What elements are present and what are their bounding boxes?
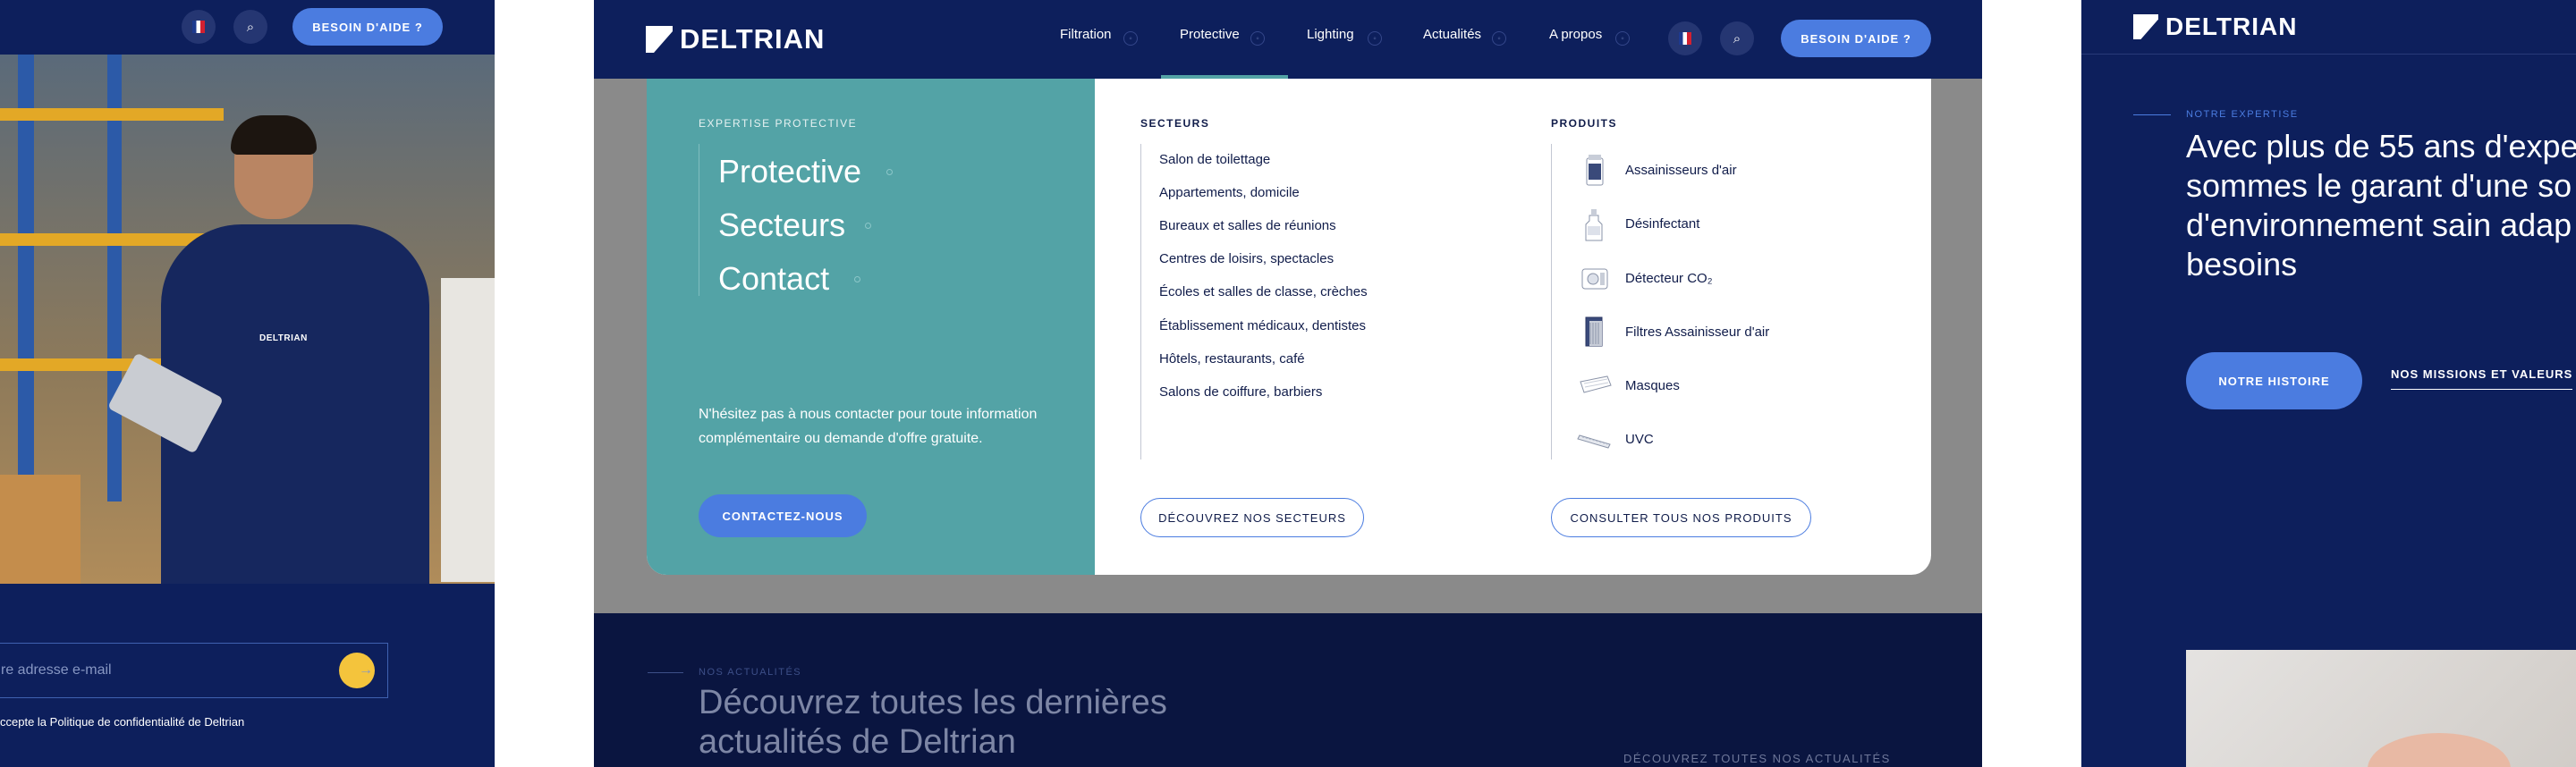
dot-icon <box>865 223 871 229</box>
deltrian-logo-icon <box>646 26 673 53</box>
nav-actualites[interactable]: Actualités <box>1423 27 1481 42</box>
language-flag-button[interactable] <box>182 10 216 44</box>
product-item[interactable]: Détecteur CO₂ <box>1625 271 1713 286</box>
chevron-down-icon[interactable]: ◦ <box>1615 31 1630 46</box>
shelf-post <box>107 55 122 502</box>
privacy-policy-link[interactable]: Politique de confidentialité de Deltrian <box>50 715 245 729</box>
divider <box>2081 54 2576 55</box>
nav-a-propos[interactable]: A propos <box>1549 27 1602 42</box>
mega-link-contact[interactable]: Contact <box>718 260 829 298</box>
privacy-consent: ccepte la Politique de confidentialité d… <box>0 715 244 729</box>
help-button[interactable]: BESOIN D'AIDE ? <box>1781 20 1931 57</box>
left-panel: ⌕ BESOIN D'AIDE ? DELTRIAN re adresse e-… <box>0 0 495 767</box>
news-section: NOS ACTUALITÉS Découvrez toutes les dern… <box>594 613 1982 767</box>
shelf-beam <box>0 108 224 121</box>
news-title: Découvrez toutes les dernières actualité… <box>699 684 1167 761</box>
shelf-post <box>18 55 34 537</box>
air-purifier-icon <box>1586 155 1604 186</box>
email-placeholder: re adresse e-mail <box>1 662 112 678</box>
sector-item[interactable]: Écoles et salles de classe, crèches <box>1159 284 1368 299</box>
discover-sectors-button[interactable]: DÉCOUVREZ NOS SECTEURS <box>1140 498 1364 537</box>
dot-icon <box>886 169 893 175</box>
person-hair <box>231 115 317 155</box>
all-products-button[interactable]: CONSULTER TOUS NOS PRODUITS <box>1551 498 1811 537</box>
divider <box>1551 144 1552 459</box>
search-button[interactable]: ⌕ <box>233 10 267 44</box>
contact-button[interactable]: CONTACTEZ-NOUS <box>699 494 867 537</box>
flag-fr-icon <box>192 21 205 33</box>
search-icon: ⌕ <box>1733 30 1741 46</box>
help-button[interactable]: BESOIN D'AIDE ? <box>292 8 443 46</box>
disinfectant-icon <box>1585 209 1603 241</box>
product-item[interactable]: Masques <box>1625 378 1680 393</box>
chevron-down-icon[interactable]: ◦ <box>1368 31 1382 46</box>
sectors-title: SECTEURS <box>1140 117 1210 130</box>
left-top-bar: ⌕ BESOIN D'AIDE ? <box>0 0 495 54</box>
sector-item[interactable]: Bureaux et salles de réunions <box>1159 218 1336 233</box>
boxes <box>0 475 80 584</box>
right-panel: DELTRIAN NOTRE EXPERTISE Avec plus de 55… <box>2081 0 2576 767</box>
shirt-logo: DELTRIAN <box>259 333 308 343</box>
news-eyebrow: NOS ACTUALITÉS <box>699 667 802 678</box>
logo-text: DELTRIAN <box>2165 13 2298 40</box>
privacy-prefix: ccepte la <box>0 715 50 729</box>
logo-text: DELTRIAN <box>680 23 826 55</box>
paper-roll <box>441 278 495 582</box>
search-icon: ⌕ <box>246 19 255 35</box>
mask-icon <box>1580 375 1612 393</box>
dot-icon <box>854 276 860 282</box>
newsletter-submit-button[interactable]: → <box>339 653 375 688</box>
uvc-icon <box>1577 434 1611 449</box>
all-news-link[interactable]: DÉCOUVREZ TOUTES NOS ACTUALITÉS <box>1623 752 1891 765</box>
nav-protective[interactable]: Protective <box>1180 27 1240 42</box>
sector-item[interactable]: Établissement médicaux, dentistes <box>1159 318 1366 333</box>
search-button[interactable]: ⌕ <box>1720 21 1754 55</box>
main-navigation: DELTRIAN Filtration ◦ Protective ◦ Light… <box>594 0 1982 79</box>
mega-link-secteurs[interactable]: Secteurs <box>718 206 845 244</box>
filter-icon <box>1585 316 1603 347</box>
chevron-down-icon[interactable]: ◦ <box>1250 31 1265 46</box>
arrow-right-icon: → <box>359 662 373 678</box>
divider <box>648 672 683 673</box>
newsletter-email-field[interactable]: re adresse e-mail → <box>0 643 388 698</box>
deltrian-logo[interactable]: DELTRIAN <box>646 23 825 55</box>
sector-item[interactable]: Salon de toilettage <box>1159 152 1270 167</box>
expertise-eyebrow: NOTRE EXPERTISE <box>2186 109 2299 120</box>
flag-fr-icon <box>1679 32 1691 45</box>
deltrian-logo-icon <box>2133 14 2158 39</box>
contact-message: N'hésitez pas à nous contacter pour tout… <box>699 407 1038 446</box>
mega-eyebrow: EXPERTISE PROTECTIVE <box>699 117 858 130</box>
mega-link-protective[interactable]: Protective <box>718 153 861 190</box>
chevron-down-icon[interactable]: ◦ <box>1123 31 1138 46</box>
deltrian-logo[interactable]: DELTRIAN <box>2133 13 2297 41</box>
center-panel: DELTRIAN Filtration ◦ Protective ◦ Light… <box>594 0 1982 767</box>
our-history-button[interactable]: NOTRE HISTOIRE <box>2186 352 2362 409</box>
sector-item[interactable]: Hôtels, restaurants, café <box>1159 351 1305 367</box>
product-item[interactable]: Assainisseurs d'air <box>1625 163 1737 178</box>
divider <box>1140 144 1141 459</box>
missions-values-link[interactable]: NOS MISSIONS ET VALEURS <box>2391 367 2573 390</box>
sector-item[interactable]: Centres de loisirs, spectacles <box>1159 251 1334 266</box>
co2-detector-icon <box>1581 268 1608 290</box>
protective-mega-menu: EXPERTISE PROTECTIVE Protective Secteurs… <box>647 79 1931 575</box>
nav-filtration[interactable]: Filtration <box>1060 27 1112 42</box>
sector-item[interactable]: Salons de coiffure, barbiers <box>1159 384 1322 400</box>
nav-lighting[interactable]: Lighting <box>1307 27 1354 42</box>
language-flag-button[interactable] <box>1668 21 1702 55</box>
chevron-down-icon[interactable]: ◦ <box>1492 31 1506 46</box>
mega-menu-intro: EXPERTISE PROTECTIVE Protective Secteurs… <box>647 79 1095 575</box>
product-item[interactable]: UVC <box>1625 432 1654 447</box>
expertise-headline: Avec plus de 55 ans d'expe sommes le gar… <box>2186 128 2576 282</box>
products-title: PRODUITS <box>1551 117 1618 130</box>
divider <box>2133 114 2171 115</box>
product-item[interactable]: Filtres Assainisseur d'air <box>1625 324 1769 340</box>
product-item[interactable]: Désinfectant <box>1625 216 1699 232</box>
hero-photo: DELTRIAN <box>0 55 495 584</box>
sector-item[interactable]: Appartements, domicile <box>1159 185 1300 200</box>
